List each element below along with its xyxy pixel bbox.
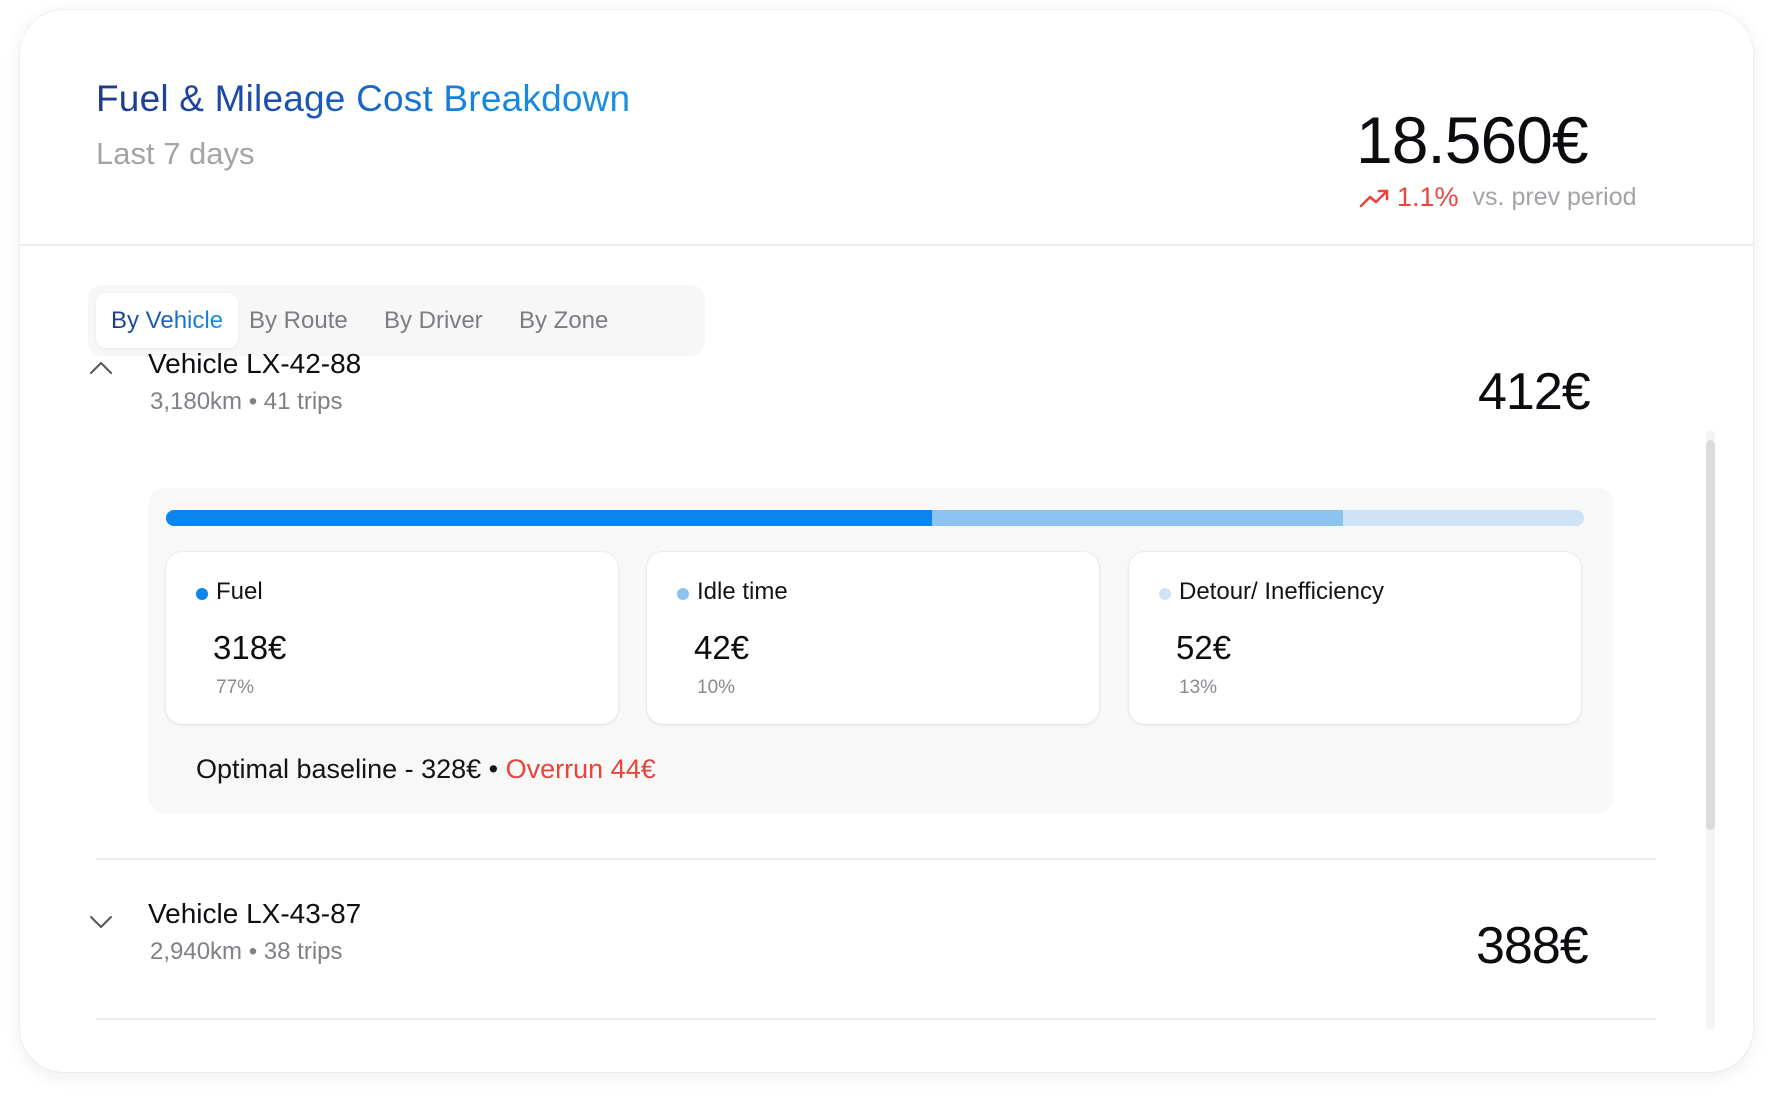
period-subtitle: Last 7 days [96,136,255,171]
cost-breakdown-card: Fuel & Mileage Cost Breakdown Last 7 day… [20,10,1753,1072]
vehicle-meta: 3,180km • 41 trips [150,388,343,415]
metric-label: Idle time [697,578,788,605]
trending-up-icon [1359,189,1389,207]
vehicle-detail-panel: Fuel 318€ 77% Idle time 42€ 10% Detour/ … [148,488,1614,813]
metric-percent: 10% [697,677,736,698]
total-cost: 18.560€ [1356,103,1589,177]
overrun-text: Overrun 44€ [505,754,656,784]
baseline-summary: Optimal baseline - 328€ • Overrun 44€ [196,754,656,785]
trend-indicator: 1.1% vs. prev period [1359,182,1637,213]
fuel-dot-icon [196,588,208,600]
detour-dot-icon [1159,588,1171,600]
row-divider [96,858,1656,860]
scrollbar[interactable] [1706,430,1715,1030]
detour-share-segment [1342,510,1584,526]
metric-value: 318€ [213,629,287,666]
vehicle-amount: 388€ [1476,917,1589,975]
vehicle-meta: 2,940km • 38 trips [150,938,343,965]
metric-card-idle: Idle time 42€ 10% [647,552,1099,724]
page-title: Fuel & Mileage Cost Breakdown [96,78,631,119]
fuel-share-segment [166,510,932,526]
trend-percent: 1.1% [1397,182,1459,212]
group-by-tabs: By Vehicle By Route By Driver By Zone [88,285,705,356]
vehicle-amount: 412€ [1478,363,1591,421]
row-divider [96,1018,1656,1020]
cost-share-bar [166,510,1584,526]
metric-value: 52€ [1176,629,1232,666]
tab-by-vehicle[interactable]: By Vehicle [96,293,239,348]
metric-label: Detour/ Inefficiency [1179,578,1384,605]
metric-card-detour: Detour/ Inefficiency 52€ 13% [1129,552,1581,724]
chevron-up-icon[interactable] [88,360,114,376]
idle-share-segment [931,510,1343,526]
tab-by-driver[interactable]: By Driver [384,293,483,348]
metric-percent: 13% [1179,677,1218,698]
vehicle-name[interactable]: Vehicle LX-43-87 [148,898,361,930]
tab-by-zone[interactable]: By Zone [519,293,608,348]
metric-card-fuel: Fuel 318€ 77% [166,552,618,724]
card-header: Fuel & Mileage Cost Breakdown Last 7 day… [20,10,1753,246]
metric-label: Fuel [216,578,263,605]
idle-dot-icon [677,588,689,600]
metric-percent: 77% [216,677,255,698]
trend-label: vs. prev period [1472,183,1637,211]
vehicle-name[interactable]: Vehicle LX-42-88 [148,348,361,380]
chevron-down-icon[interactable] [88,914,114,930]
baseline-text: Optimal baseline - 328€ • [196,754,499,784]
metric-value: 42€ [694,629,750,666]
scrollbar-thumb[interactable] [1706,440,1715,830]
tab-by-route[interactable]: By Route [249,293,348,348]
